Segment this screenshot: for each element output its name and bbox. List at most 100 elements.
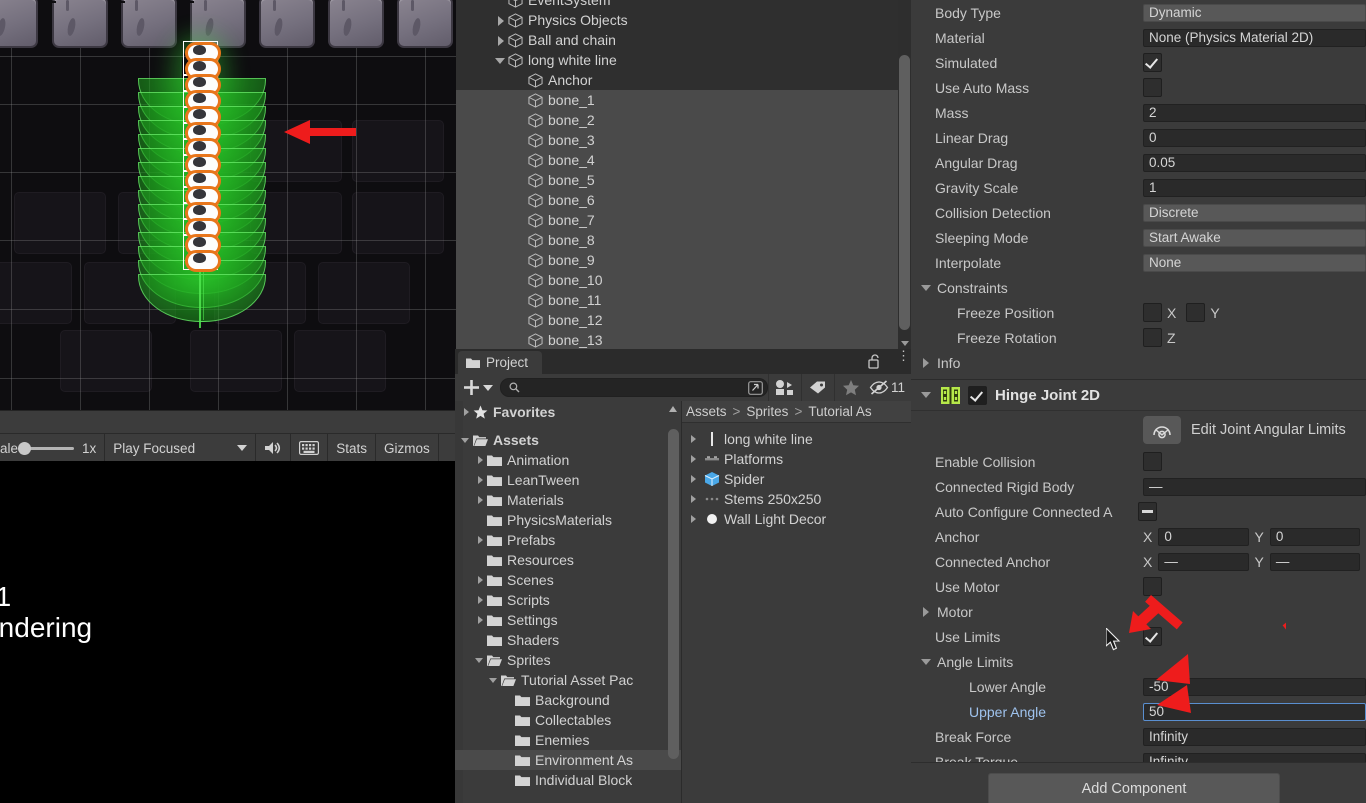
freeze-position-y-checkbox[interactable] xyxy=(1186,303,1205,322)
hierarchy-item-bone-7[interactable]: bone_7 xyxy=(456,210,911,230)
hinge-joint-2d-header[interactable]: Hinge Joint 2D xyxy=(911,380,1366,411)
edit-joint-angular-limits-button[interactable] xyxy=(1143,416,1181,444)
shortcuts-button[interactable] xyxy=(291,434,328,462)
hierarchy-item-ball-and-chain[interactable]: Ball and chain xyxy=(456,30,911,50)
hierarchy-item-eventsystem[interactable]: EventSystem xyxy=(456,0,911,10)
hierarchy-scrollbar[interactable] xyxy=(898,0,911,336)
project-tree-item-individual-block[interactable]: Individual Block xyxy=(455,770,681,790)
search-input[interactable] xyxy=(524,381,748,395)
platform-block[interactable] xyxy=(121,0,177,48)
tab-project[interactable]: Project xyxy=(458,351,542,374)
freeze-rotation-z-checkbox[interactable] xyxy=(1143,328,1162,347)
rigidbody-collision-detection-field[interactable]: Discrete xyxy=(1143,204,1366,222)
scene-view[interactable] xyxy=(0,0,456,410)
rigidbody-sleeping-mode-row[interactable]: Sleeping ModeStart Awake xyxy=(911,225,1366,250)
favorites-filter-button[interactable] xyxy=(834,374,867,401)
project-folder-tree[interactable]: FavoritesAssetsAnimationLeanTweenMateria… xyxy=(455,401,681,803)
project-tree-item-background[interactable]: Background xyxy=(455,690,681,710)
breadcrumb[interactable]: Assets>Sprites>Tutorial As xyxy=(682,401,916,423)
project-tree-item-leantween[interactable]: LeanTween xyxy=(455,470,681,490)
use-motor-row[interactable]: Use Motor xyxy=(911,574,1366,599)
platform-block[interactable] xyxy=(328,0,384,48)
chevron-right-icon[interactable] xyxy=(475,495,485,505)
platform-block[interactable] xyxy=(52,0,108,48)
hinge-enable-collision-row[interactable]: Enable Collision xyxy=(911,449,1366,474)
project-tree-item-scenes[interactable]: Scenes xyxy=(455,570,681,590)
rigidbody-mass-field[interactable]: 2 xyxy=(1143,104,1366,122)
project-tree-item-favorites[interactable]: Favorites xyxy=(455,402,681,422)
chevron-right-icon[interactable] xyxy=(495,15,506,26)
rigidbody-interpolate-row[interactable]: InterpolateNone xyxy=(911,250,1366,275)
chevron-down-icon[interactable] xyxy=(475,655,485,665)
asset-item-stems-250x250[interactable]: Stems 250x250 xyxy=(682,489,912,509)
chevron-right-icon[interactable] xyxy=(688,454,698,464)
rigidbody-simulated-checkbox[interactable] xyxy=(1143,53,1162,72)
rigidbody-angular-drag-row[interactable]: Angular Drag0.05 xyxy=(911,150,1366,175)
constraints-foldout[interactable]: Constraints xyxy=(911,275,1366,300)
hierarchy-item-bone-1[interactable]: bone_1 xyxy=(456,90,911,110)
break-force-field[interactable]: Infinity xyxy=(1143,728,1366,746)
rigidbody-collision-detection-row[interactable]: Collision DetectionDiscrete xyxy=(911,200,1366,225)
hinge-auto-configure-connected-a-checkbox[interactable] xyxy=(1138,502,1157,521)
game-view-toolbar[interactable]: ale 1x Play Focused Stats Gizmos xyxy=(0,433,456,463)
asset-item-platforms[interactable]: Platforms xyxy=(682,449,912,469)
chevron-down-icon[interactable] xyxy=(921,389,933,401)
gizmos-button[interactable]: Gizmos xyxy=(376,434,439,462)
hierarchy-item-bone-6[interactable]: bone_6 xyxy=(456,190,911,210)
asset-item-long-white-line[interactable]: long white line xyxy=(682,429,912,449)
project-tree-item-enemies[interactable]: Enemies xyxy=(455,730,681,750)
chevron-right-icon[interactable] xyxy=(688,434,698,444)
project-tree-item-animation[interactable]: Animation xyxy=(455,450,681,470)
hierarchy-panel[interactable]: EventSystemPhysics ObjectsBall and chain… xyxy=(456,0,911,349)
hierarchy-item-bone-2[interactable]: bone_2 xyxy=(456,110,911,130)
connected-anchor-x-field[interactable]: — xyxy=(1158,553,1248,571)
hinge-connected-rigid-body-field[interactable]: — xyxy=(1143,478,1366,496)
chevron-down-icon[interactable] xyxy=(921,282,933,294)
chevron-right-icon[interactable] xyxy=(688,474,698,484)
use-limits-checkbox[interactable] xyxy=(1143,627,1162,646)
hierarchy-item-physics-objects[interactable]: Physics Objects xyxy=(456,10,911,30)
project-tree-item-collectables[interactable]: Collectables xyxy=(455,710,681,730)
chevron-down-icon[interactable] xyxy=(461,435,471,445)
hierarchy-item-bone-11[interactable]: bone_11 xyxy=(456,290,911,310)
hierarchy-item-bone-8[interactable]: bone_8 xyxy=(456,230,911,250)
platform-block[interactable] xyxy=(259,0,315,48)
platform-block[interactable] xyxy=(0,0,38,48)
break-force-row[interactable]: Break Force Infinity xyxy=(911,724,1366,749)
use-motor-checkbox[interactable] xyxy=(1143,577,1162,596)
hierarchy-item-bone-9[interactable]: bone_9 xyxy=(456,250,911,270)
project-tree-item-sprites[interactable]: Sprites xyxy=(455,650,681,670)
rigidbody-simulated-row[interactable]: Simulated xyxy=(911,50,1366,75)
lower-angle-field[interactable]: -50 xyxy=(1143,678,1366,696)
connected-anchor-row[interactable]: Connected Anchor X — Y — xyxy=(911,549,1366,574)
hierarchy-item-bone-5[interactable]: bone_5 xyxy=(456,170,911,190)
asset-item-spider[interactable]: Spider xyxy=(682,469,912,489)
angle-limits-foldout[interactable]: Angle Limits xyxy=(911,649,1366,674)
rigidbody-use-auto-mass-row[interactable]: Use Auto Mass xyxy=(911,75,1366,100)
chevron-right-icon[interactable] xyxy=(475,535,485,545)
project-tree-item-scripts[interactable]: Scripts xyxy=(455,590,681,610)
rigidbody-gravity-scale-field[interactable]: 1 xyxy=(1143,179,1366,197)
project-tree-item-resources[interactable]: Resources xyxy=(455,550,681,570)
rigidbody-material-row[interactable]: MaterialNone (Physics Material 2D) xyxy=(911,25,1366,50)
project-tree-scroll-up-icon[interactable] xyxy=(668,403,679,415)
chevron-right-icon[interactable] xyxy=(688,494,698,504)
rigidbody-mass-row[interactable]: Mass2 xyxy=(911,100,1366,125)
filter-by-label-button[interactable] xyxy=(801,374,834,401)
edit-joint-angular-limits-row[interactable]: Edit Joint Angular Limits xyxy=(911,411,1366,449)
project-tree-item-environment-as[interactable]: Environment As xyxy=(455,750,681,770)
upper-angle-field[interactable]: 50 xyxy=(1143,703,1366,721)
play-mode-dropdown[interactable]: Play Focused xyxy=(105,434,256,462)
chevron-right-icon[interactable] xyxy=(475,475,485,485)
scale-control[interactable]: ale 1x xyxy=(0,434,105,462)
hierarchy-item-bone-3[interactable]: bone_3 xyxy=(456,130,911,150)
chevron-right-icon[interactable] xyxy=(921,606,933,618)
hierarchy-scrollbar-thumb[interactable] xyxy=(899,55,910,330)
chevron-right-icon[interactable] xyxy=(475,455,485,465)
anchor-y-field[interactable]: 0 xyxy=(1270,528,1360,546)
hierarchy-item-bone-13[interactable]: bone_13 xyxy=(456,330,911,349)
chevron-right-icon[interactable] xyxy=(921,357,933,369)
hierarchy-item-bone-4[interactable]: bone_4 xyxy=(456,150,911,170)
hierarchy-item-bone-10[interactable]: bone_10 xyxy=(456,270,911,290)
inspector-panel[interactable]: Body TypeDynamicMaterialNone (Physics Ma… xyxy=(911,0,1366,803)
